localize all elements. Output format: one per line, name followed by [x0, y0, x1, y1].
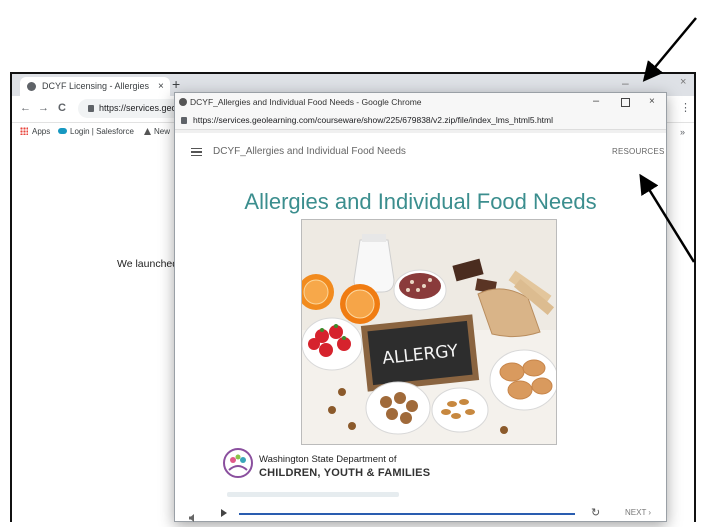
- resources-button[interactable]: RESOURCES: [612, 147, 664, 156]
- tab-favicon-icon: [27, 82, 36, 91]
- popup-address-bar[interactable]: https://services.geolearning.com/coursew…: [175, 111, 666, 130]
- popup-maximize-button[interactable]: [621, 98, 630, 107]
- course-name: DCYF_Allergies and Individual Food Needs: [213, 146, 406, 157]
- seek-bar-fill: [239, 513, 575, 515]
- popup-minimize-button[interactable]: –: [593, 92, 599, 110]
- address-bar-url: https://services.geol: [99, 103, 179, 113]
- window-close-button[interactable]: ×: [680, 76, 686, 88]
- org-name-line1: Washington State Department of: [259, 454, 397, 465]
- play-button[interactable]: [221, 509, 227, 517]
- apps-grid-icon: [20, 127, 28, 135]
- popup-title-bar: DCYF_Allergies and Individual Food Needs…: [175, 93, 666, 111]
- browser-tab[interactable]: DCYF Licensing - Allergies and In ×: [20, 77, 170, 96]
- reload-button[interactable]: C: [58, 102, 66, 114]
- popup-close-button[interactable]: ×: [649, 93, 655, 111]
- browser-menu-icon[interactable]: ⋮: [680, 101, 691, 114]
- course-popup-window: DCYF_Allergies and Individual Food Needs…: [174, 92, 667, 522]
- slide-title: Allergies and Individual Food Needs: [244, 189, 597, 214]
- dcyf-logo-icon: [223, 448, 253, 478]
- tab-close-icon[interactable]: ×: [158, 77, 164, 96]
- bookmark-new[interactable]: New: [144, 123, 170, 141]
- window-minimize-button[interactable]: –: [622, 76, 629, 90]
- food-illustration: ALLERGY: [302, 220, 556, 444]
- page-message: We launched: [117, 258, 179, 270]
- replay-icon[interactable]: ↻: [591, 506, 600, 519]
- chrome-icon: [179, 98, 187, 106]
- bookmark-apps[interactable]: Apps: [20, 123, 50, 141]
- bookmarks-overflow-icon[interactable]: »: [680, 123, 685, 141]
- popup-window-title: DCYF_Allergies and Individual Food Needs…: [190, 97, 422, 107]
- lock-icon: [181, 117, 187, 124]
- tab-title: DCYF Licensing - Allergies and In: [42, 81, 150, 91]
- next-button[interactable]: NEXT ›: [625, 508, 651, 517]
- back-button[interactable]: ←: [20, 102, 31, 114]
- arrow-to-maximize: [642, 17, 697, 82]
- lock-icon: [88, 105, 94, 112]
- volume-icon[interactable]: [189, 509, 197, 522]
- forward-button[interactable]: →: [38, 102, 49, 114]
- bookmark-icon: [144, 128, 151, 135]
- player-controls: ↻ NEXT ›: [175, 505, 666, 522]
- popup-url: https://services.geolearning.com/coursew…: [193, 115, 554, 125]
- hamburger-menu-icon[interactable]: [191, 148, 202, 156]
- new-tab-button[interactable]: +: [172, 76, 180, 92]
- course-header: DCYF_Allergies and Individual Food Needs…: [175, 133, 666, 173]
- allergy-food-photo: ALLERGY: [301, 219, 557, 445]
- org-name-line2: CHILDREN, YOUTH & FAMILIES: [259, 467, 431, 479]
- salesforce-cloud-icon: [58, 128, 67, 134]
- slide-progress-strip: [227, 492, 399, 497]
- bookmark-salesforce[interactable]: Login | Salesforce: [58, 123, 134, 141]
